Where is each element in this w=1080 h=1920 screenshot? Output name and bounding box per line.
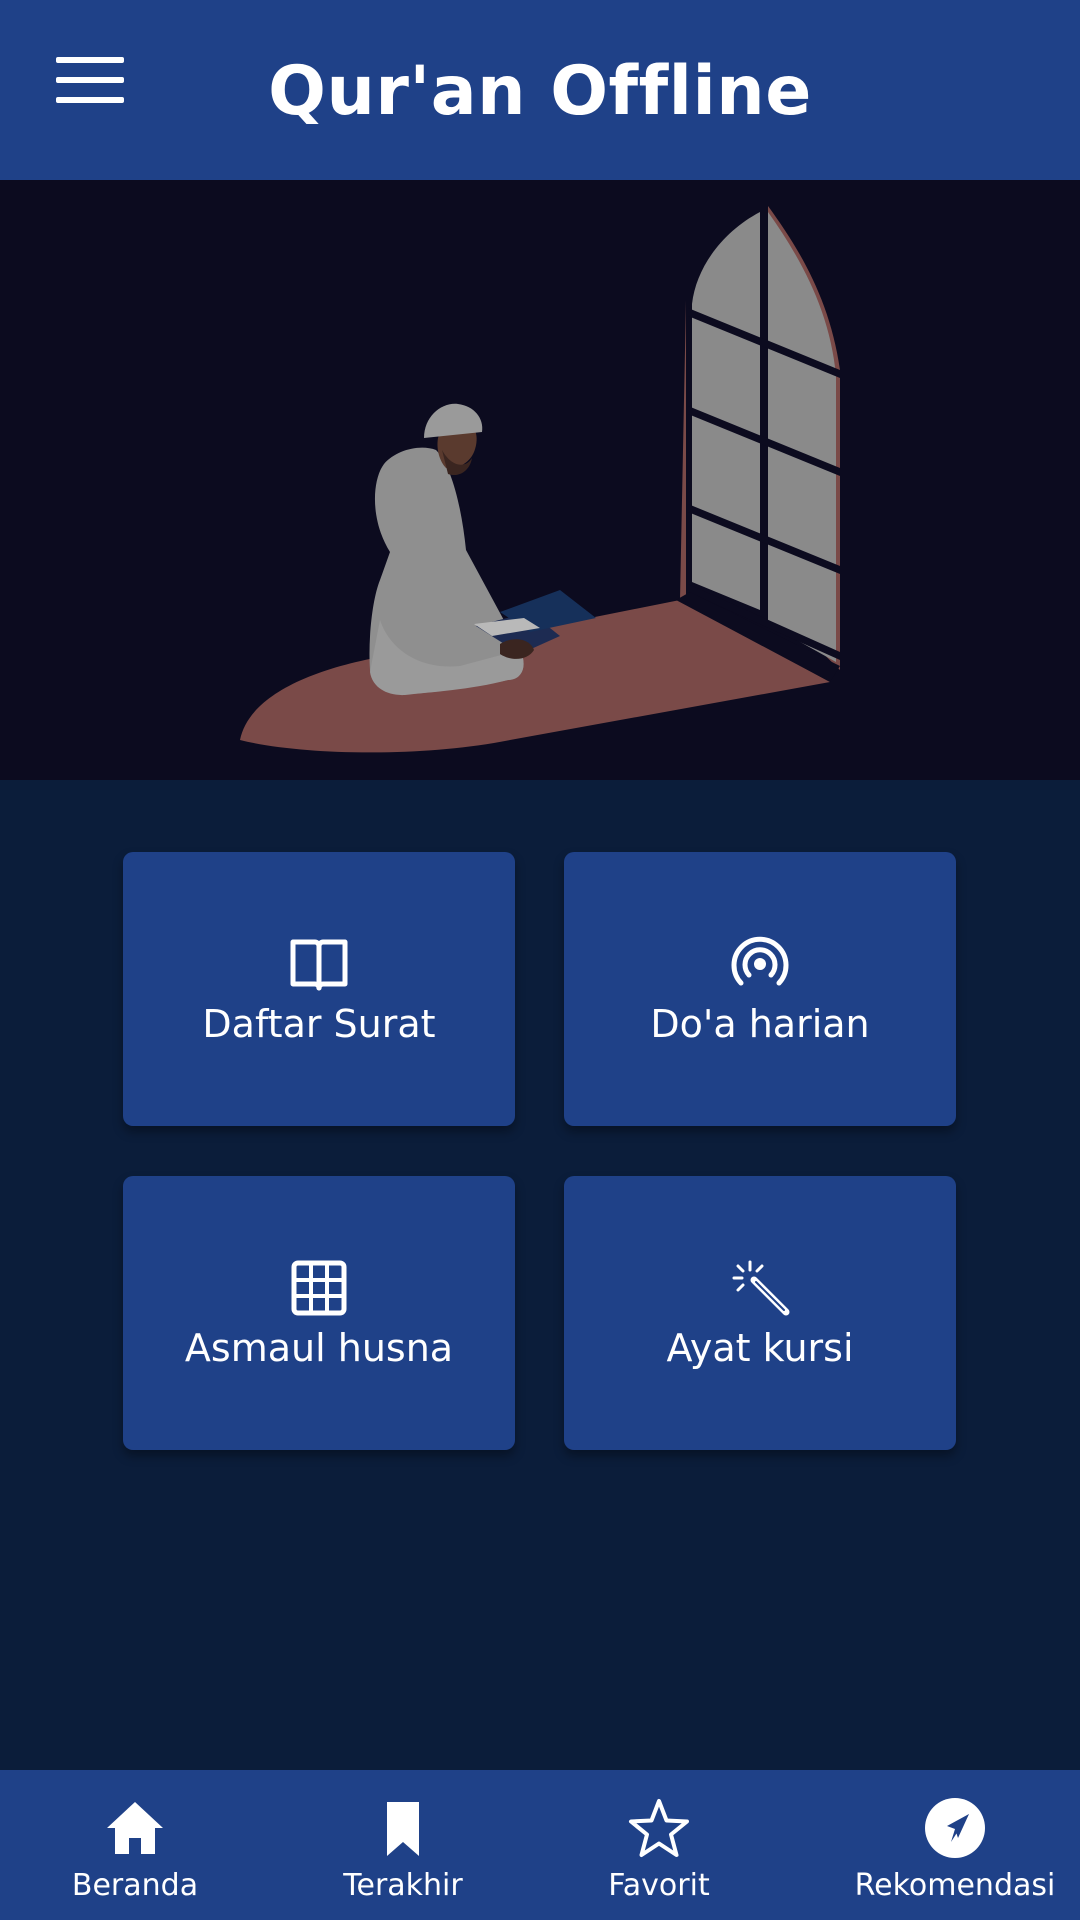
magic-wand-icon: [730, 1258, 790, 1318]
nav-item-beranda[interactable]: Beranda: [50, 1770, 220, 1920]
grid-icon: [289, 1258, 349, 1318]
nav-item-terakhir[interactable]: Terakhir: [318, 1770, 488, 1920]
app-title: Qur'an Offline: [268, 52, 812, 131]
hero-illustration: [0, 180, 1080, 780]
bottom-navigation: Beranda Terakhir Favorit Rekomendasi: [0, 1770, 1080, 1920]
open-book-icon: [289, 934, 349, 994]
menu-card-label: Ayat kursi: [666, 1326, 854, 1370]
menu-card-asmaul-husna[interactable]: Asmaul husna: [123, 1176, 515, 1450]
star-icon: [627, 1796, 691, 1860]
man-reading-quran-illustration: [240, 206, 840, 753]
bookmark-icon: [371, 1796, 435, 1860]
nav-item-rekomendasi[interactable]: Rekomendasi: [850, 1770, 1060, 1920]
navigation-arrow-icon: [923, 1796, 987, 1860]
menu-card-ayat-kursi[interactable]: Ayat kursi: [564, 1176, 956, 1450]
app-bar: Qur'an Offline: [0, 0, 1080, 180]
menu-card-doa-harian[interactable]: Do'a harian: [564, 852, 956, 1126]
nav-item-label: Beranda: [71, 1868, 199, 1903]
nav-item-label: Rekomendasi: [854, 1868, 1056, 1903]
menu-card-label: Do'a harian: [650, 1002, 870, 1046]
broadcast-icon: [730, 934, 790, 994]
menu-card-label: Asmaul husna: [184, 1326, 454, 1370]
menu-card-daftar-surat[interactable]: Daftar Surat: [123, 852, 515, 1126]
nav-item-favorit[interactable]: Favorit: [574, 1770, 744, 1920]
nav-item-label: Terakhir: [343, 1868, 463, 1903]
menu-card-label: Daftar Surat: [202, 1002, 436, 1046]
home-screen: Qur'an Offline Daftar Surat Do'a harian …: [0, 0, 1080, 1920]
nav-item-label: Favorit: [608, 1868, 710, 1903]
home-icon: [103, 1796, 167, 1860]
